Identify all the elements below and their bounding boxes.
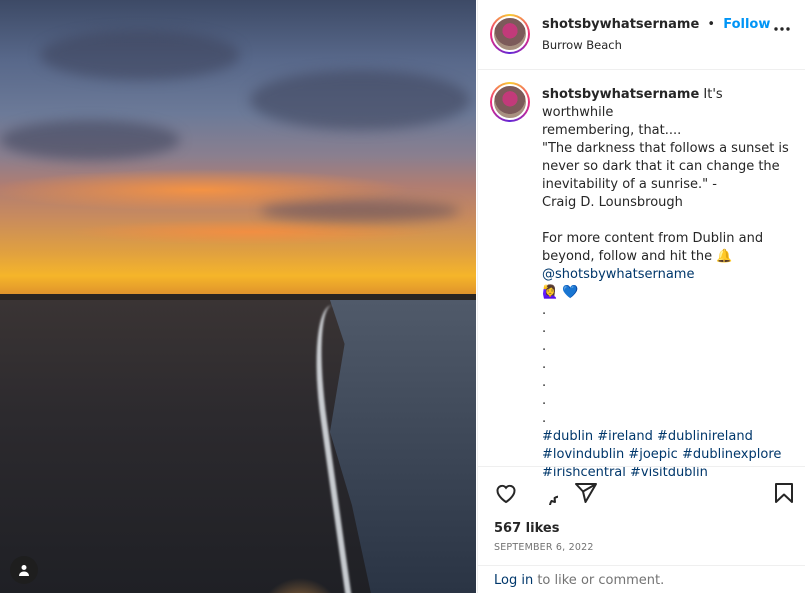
dot-line: .	[542, 411, 547, 426]
send-icon	[575, 483, 597, 503]
post-sidebar: shotsbywhatsername • Follow Burrow Beach…	[477, 0, 805, 593]
post-actions: 567 likes SEPTEMBER 6, 2022	[478, 466, 805, 566]
login-link[interactable]: Log in	[494, 573, 533, 588]
hashtags[interactable]: #dublin #ireland #dublinireland	[542, 428, 792, 446]
username-link[interactable]: shotsbywhatsername	[542, 17, 699, 32]
more-options-button[interactable]	[773, 26, 791, 32]
comment-button[interactable]	[534, 481, 558, 505]
dot-line: .	[542, 357, 547, 372]
caption-line: "The darkness that follows a sunset is	[542, 141, 789, 156]
caption-username[interactable]: shotsbywhatsername	[542, 87, 699, 102]
separator: •	[707, 17, 716, 32]
location-link[interactable]: Burrow Beach	[542, 38, 622, 52]
cloud	[40, 30, 240, 80]
post-date: SEPTEMBER 6, 2022	[494, 542, 594, 553]
cloud	[260, 200, 460, 222]
dot-line: .	[542, 393, 547, 408]
dot-line: .	[542, 321, 547, 336]
like-button[interactable]	[494, 481, 518, 505]
dot-line: .	[542, 303, 547, 318]
caption-line: beyond, follow and hit the 🔔	[542, 249, 733, 264]
mention-link[interactable]: @shotsbywhatsername	[542, 266, 792, 284]
dot-line: .	[542, 339, 547, 354]
login-prompt: Log in to like or comment.	[494, 573, 664, 588]
caption-line: inevitability of a sunrise." -	[542, 177, 717, 192]
heart-icon	[496, 484, 516, 504]
login-text: to like or comment.	[533, 573, 665, 588]
user-icon	[19, 565, 29, 576]
tagged-user-button[interactable]	[10, 556, 38, 584]
hashtags[interactable]: #lovindublin #joepic #dublinexplore	[542, 446, 792, 464]
caption-line: For more content from Dublin and	[542, 231, 764, 246]
emoji-line: 🙋‍♀️ 💙	[542, 285, 579, 300]
dot-line: .	[542, 375, 547, 390]
caption-line: never so dark that it can change the	[542, 159, 780, 174]
post-header: shotsbywhatsername • Follow Burrow Beach	[478, 0, 805, 70]
share-button[interactable]	[574, 481, 598, 505]
follow-button[interactable]: Follow	[723, 17, 770, 32]
likes-count[interactable]: 567 likes	[494, 521, 559, 536]
save-button[interactable]	[772, 481, 796, 505]
caption: shotsbywhatsername It's worthwhile remem…	[542, 86, 792, 482]
cloud	[250, 70, 470, 130]
bookmark-icon	[775, 483, 793, 503]
caption-line: remembering, that....	[542, 123, 682, 138]
more-horizontal-icon	[774, 27, 790, 31]
avatar[interactable]	[490, 14, 530, 54]
cloud	[0, 120, 180, 160]
comment-icon	[549, 495, 558, 505]
post-photo[interactable]	[0, 0, 476, 593]
caption-line: Craig D. Lounsbrough	[542, 195, 683, 210]
caption-avatar[interactable]	[490, 82, 530, 122]
